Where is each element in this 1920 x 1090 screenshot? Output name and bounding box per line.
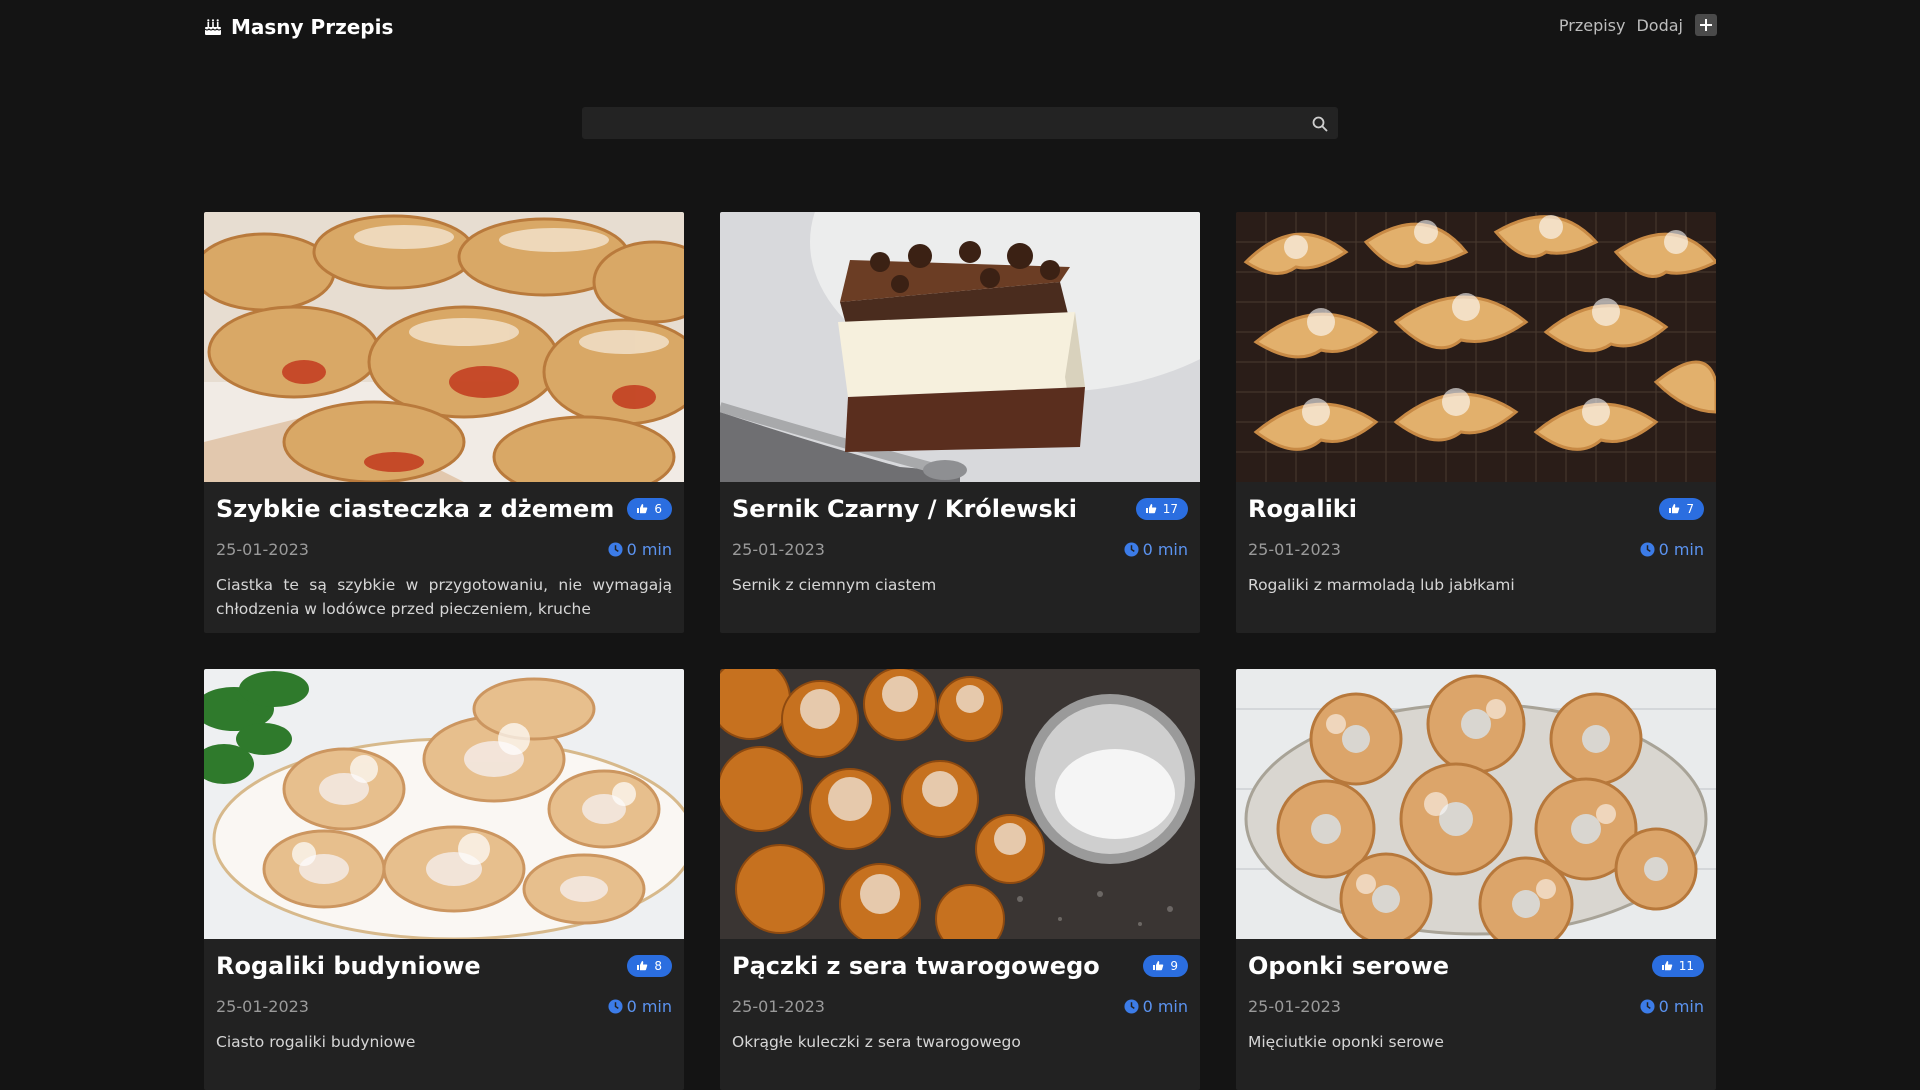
prep-time: 0 min [1640,997,1704,1016]
recipe-title: Szybkie ciasteczka z dżemem [216,494,615,523]
search-bar [582,107,1338,139]
recipe-image [204,669,684,939]
prep-time-value: 0 min [1658,539,1704,559]
clock-icon [1124,998,1139,1014]
prep-time: 0 min [608,997,672,1016]
likes-count: 7 [1686,501,1694,516]
prep-time-value: 0 min [626,539,672,559]
search-icon[interactable] [1311,115,1329,133]
recipe-date: 25-01-2023 [1248,539,1341,559]
recipe-card[interactable]: Sernik Czarny / Królewski 17 25-01-2023 … [720,212,1200,633]
prep-time: 0 min [1124,540,1188,559]
likes-badge: 9 [1143,954,1188,977]
prep-time: 0 min [1640,540,1704,559]
recipe-title: Sernik Czarny / Królewski [732,494,1077,523]
recipe-card[interactable]: Szybkie ciasteczka z dżemem 6 25-01-2023… [204,212,684,633]
clock-icon [1640,541,1655,557]
nav-link-dodaj[interactable]: Dodaj [1636,16,1683,35]
navbar: Masny Przepis Przepisy Dodaj [0,0,1920,54]
clock-icon [608,541,623,557]
recipe-title: Rogaliki budyniowe [216,951,481,980]
prep-time: 0 min [1124,997,1188,1016]
likes-badge: 17 [1135,497,1188,520]
prep-time-value: 0 min [1142,996,1188,1016]
recipe-image [1236,669,1716,939]
search-input[interactable] [583,108,1337,138]
likes-count: 9 [1170,958,1178,973]
recipe-description: Ciastka te są szybkie w przygotowaniu, n… [216,576,672,618]
recipe-date: 25-01-2023 [216,996,309,1016]
recipe-card[interactable]: Oponki serowe 11 25-01-2023 0 min Mięciu… [1236,669,1716,1090]
likes-count: 8 [654,958,662,973]
thumbs-up-icon [1669,504,1680,514]
recipe-title: Rogaliki [1248,494,1357,523]
add-recipe-button[interactable] [1695,14,1717,36]
prep-time-value: 0 min [1658,996,1704,1016]
recipe-date: 25-01-2023 [216,539,309,559]
recipe-image [1236,212,1716,482]
recipe-title: Oponki serowe [1248,951,1450,980]
brand-link[interactable]: Masny Przepis [204,12,393,42]
thumbs-up-icon [1661,961,1672,971]
likes-badge: 6 [627,497,672,520]
prep-time: 0 min [608,540,672,559]
recipe-card[interactable]: Rogaliki 7 25-01-2023 0 min Rogaliki z m… [1236,212,1716,633]
thumbs-up-icon [637,961,648,971]
clock-icon [608,998,623,1014]
nav-link-przepisy[interactable]: Przepisy [1559,16,1626,35]
birthday-cake-icon [204,19,222,35]
recipe-date: 25-01-2023 [732,539,825,559]
nav-menu: Przepisy Dodaj [1559,14,1717,36]
likes-count: 17 [1162,501,1178,516]
likes-count: 6 [654,501,662,516]
recipe-card[interactable]: Rogaliki budyniowe 8 25-01-2023 0 min Ci… [204,669,684,1090]
recipe-image [720,669,1200,939]
recipe-description: Okrągłe kuleczki z sera twarogowego [732,1033,1021,1051]
prep-time-value: 0 min [1142,539,1188,559]
plus-icon [1700,19,1712,31]
recipe-date: 25-01-2023 [732,996,825,1016]
recipe-description: Sernik z ciemnym ciastem [732,576,937,594]
recipe-card[interactable]: Pączki z sera twarogowego 9 25-01-2023 0… [720,669,1200,1090]
recipe-description: Ciasto rogaliki budyniowe [216,1033,416,1051]
clock-icon [1640,998,1655,1014]
recipe-date: 25-01-2023 [1248,996,1341,1016]
likes-badge: 8 [627,954,672,977]
recipe-description: Mięciutkie oponki serowe [1248,1033,1444,1051]
thumbs-up-icon [1145,504,1156,514]
recipe-grid: Szybkie ciasteczka z dżemem 6 25-01-2023… [204,212,1716,1090]
recipe-title: Pączki z sera twarogowego [732,951,1100,980]
brand-name: Masny Przepis [231,15,394,39]
recipe-description: Rogaliki z marmoladą lub jabłkami [1248,576,1515,594]
recipe-image [720,212,1200,482]
likes-badge: 7 [1659,497,1704,520]
recipe-image [204,212,684,482]
thumbs-up-icon [1153,961,1164,971]
clock-icon [1124,541,1139,557]
likes-count: 11 [1678,958,1694,973]
prep-time-value: 0 min [626,996,672,1016]
thumbs-up-icon [637,504,648,514]
likes-badge: 11 [1651,954,1704,977]
